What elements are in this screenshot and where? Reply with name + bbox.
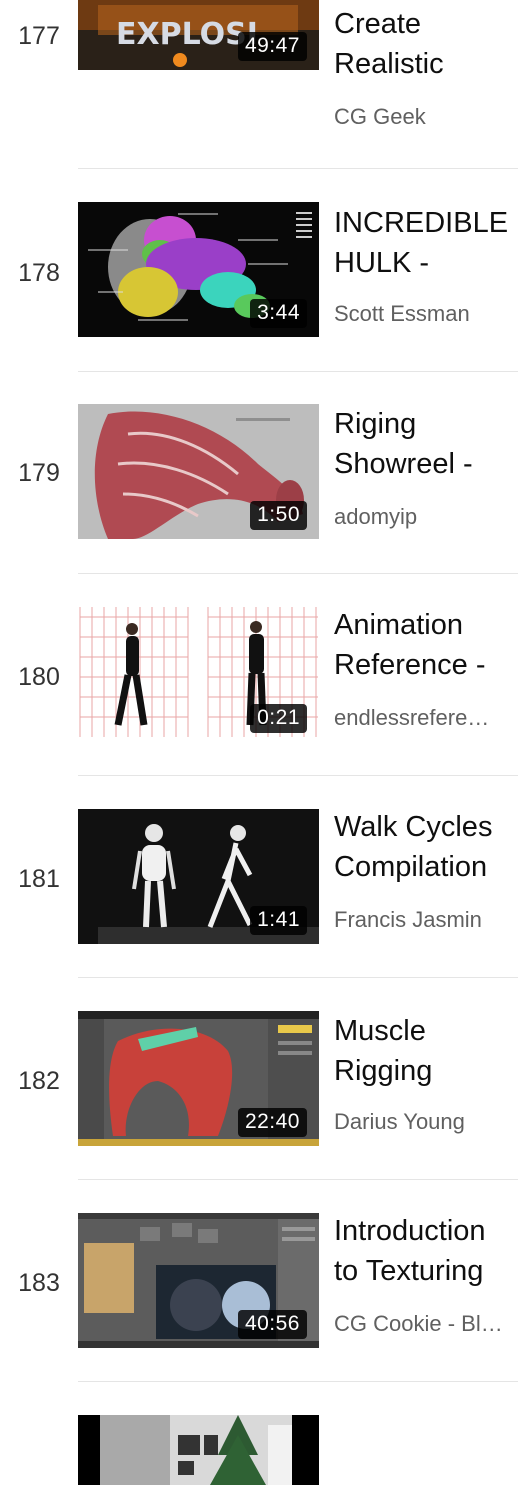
channel-name[interactable]: CG Geek [334,104,510,130]
divider [78,977,518,978]
playlist-item[interactable]: 178 3:44 INCREDIBLE HULK - Scott Essman [0,202,518,404]
divider [78,1381,518,1382]
item-index: 182 [18,1067,60,1095]
video-thumbnail[interactable]: 3:44 [78,202,319,337]
video-title[interactable]: Animation Reference - [334,605,518,685]
channel-name[interactable]: endlessrefere… [334,705,510,731]
item-index: 183 [18,1269,60,1297]
video-thumbnail[interactable]: 0:21 [78,607,319,742]
video-title[interactable]: Walk Cycles Compilation [334,807,518,887]
video-thumbnail[interactable]: 1:50 [78,404,319,539]
thumbnail-image [78,1415,319,1485]
title-line: Walk Cycles [334,811,493,843]
duration-badge: 49:47 [237,32,307,61]
item-index: 180 [18,663,60,691]
video-title[interactable]: Muscle Rigging [334,1011,518,1091]
title-line: Realistic [334,48,444,80]
divider [78,775,518,776]
title-line: INCREDIBLE [334,207,509,239]
video-thumbnail[interactable]: 1:41 [78,809,319,944]
playlist-item[interactable]: 182 22:40 Muscle Rigging Darius Young [0,1011,518,1213]
divider [78,573,518,574]
title-line: HULK - [334,247,430,279]
video-title[interactable]: Introduction to Texturing [334,1211,518,1291]
channel-name[interactable]: Scott Essman [334,301,510,327]
divider [78,168,518,169]
playlist-item[interactable]: 179 1:50 Riging Showreel - adomyip [0,404,518,606]
channel-name[interactable]: adomyip [334,504,510,530]
channel-name[interactable]: Darius Young [334,1109,510,1135]
title-line: Compilation [334,851,488,883]
divider [78,371,518,372]
divider [78,1179,518,1180]
channel-name[interactable]: Francis Jasmin [334,907,510,933]
video-title[interactable]: INCREDIBLE HULK - [334,203,518,283]
item-index: 179 [18,459,60,487]
title-line: to Texturing [334,1255,484,1287]
duration-badge: 1:50 [250,501,307,530]
title-line: Create [334,8,422,40]
duration-badge: 40:56 [237,1310,307,1339]
playlist-item[interactable]: 180 0:21 Animation Reference - endlessre… [0,607,518,809]
title-line: Introduction [334,1215,486,1247]
title-line: Showreel - [334,448,473,480]
duration-badge: 3:44 [250,299,307,328]
playlist-item[interactable] [0,1415,518,1485]
playlist-item[interactable]: 181 1:41 Walk Cycles Compilation Francis… [0,809,518,1011]
video-thumbnail[interactable]: 22:40 [78,1011,319,1146]
playlist-item[interactable]: 183 40:56 Introduction to Texturing CG C… [0,1213,518,1415]
video-thumbnail[interactable] [78,1415,319,1485]
title-line: Reference - [334,649,486,681]
video-thumbnail[interactable]: 40:56 [78,1213,319,1348]
title-line: Rigging [334,1055,433,1087]
duration-badge: 0:21 [250,704,307,733]
video-title[interactable]: Create Realistic [334,4,518,84]
title-line: Muscle [334,1015,426,1047]
duration-badge: 22:40 [237,1108,307,1137]
video-title[interactable]: Riging Showreel - [334,404,518,484]
title-line: Animation [334,609,463,641]
playlist-item[interactable]: 177 EXPLOSI 49:47 Create Realistic CG Ge… [0,0,518,202]
thumbnail-text-art: EXPLOSI [116,17,258,52]
item-index: 181 [18,865,60,893]
item-index: 177 [18,22,60,50]
duration-badge: 1:41 [250,906,307,935]
item-index: 178 [18,259,60,287]
video-thumbnail[interactable]: EXPLOSI 49:47 [78,0,319,70]
title-line: Riging [334,408,417,440]
channel-name[interactable]: CG Cookie - Bl… [334,1311,510,1337]
